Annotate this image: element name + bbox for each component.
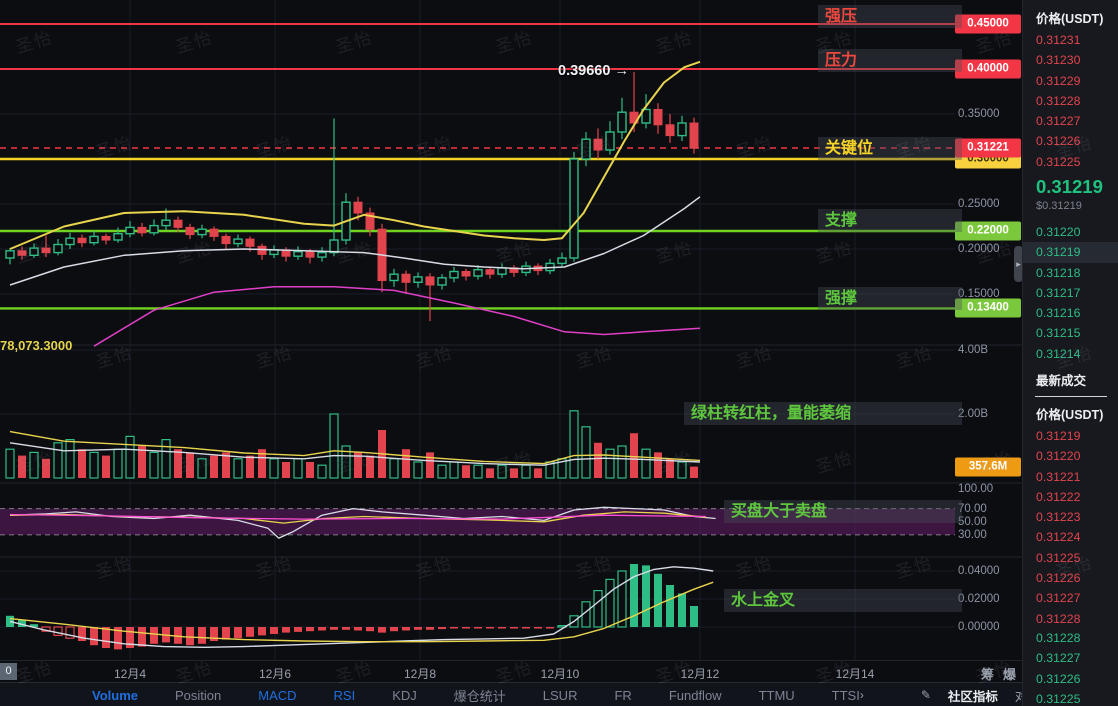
trading-chart-app: 0.35000 0.25000 0.20000 0.15000 4.00B 2.00B 10… <box>0 0 1118 706</box>
price-row[interactable]: 0.31215 <box>1023 323 1118 343</box>
price-row[interactable]: 0.31225 <box>1023 152 1118 172</box>
price-row[interactable]: 0.31219 <box>1023 426 1118 446</box>
date-tick: 12月10 <box>540 667 580 681</box>
price-row[interactable]: 0.31223 <box>1023 507 1118 527</box>
price-row[interactable]: 0.31222 <box>1023 487 1118 507</box>
price-row[interactable]: 0.31226 <box>1023 131 1118 151</box>
chip-liquidation[interactable]: 爆 <box>1003 664 1016 683</box>
tab-macd[interactable]: MACD <box>258 688 296 703</box>
price-row[interactable]: 0.31228 <box>1023 628 1118 648</box>
trade-buy-list: 0.31228 0.31227 0.31226 0.31225 <box>1023 628 1118 706</box>
ask-price-list: 0.31231 0.31230 0.31229 0.31228 0.31227 0.312… <box>1023 30 1118 172</box>
indicator-toolbar: Volume Position MACD RSI KDJ 爆仓统计 LSUR FR Fundfl… <box>0 682 1110 706</box>
edit-icon[interactable]: ✎ <box>921 688 931 702</box>
price-row[interactable]: 0.31220 <box>1023 222 1118 242</box>
trade-sell-list: 0.31219 0.31220 0.31221 0.31222 0.31223 0.312… <box>1023 426 1118 629</box>
date-tick: 12月6 <box>258 667 292 681</box>
price-row[interactable]: 0.31219 <box>1023 242 1118 263</box>
tab-fundflow[interactable]: Fundflow <box>669 688 722 703</box>
tab-rsi[interactable]: RSI <box>334 688 356 703</box>
price-row[interactable]: 0.31228 <box>1023 91 1118 111</box>
latest-trades-title: 最新成交 <box>1036 374 1087 388</box>
price-row[interactable]: 0.31220 <box>1023 446 1118 466</box>
tab-爆仓统计[interactable]: 爆仓统计 <box>454 686 506 705</box>
tab-volume[interactable]: Volume <box>92 688 138 703</box>
trades-header: 价格(USDT) <box>1036 408 1104 422</box>
last-price[interactable]: 0.31219 <box>1036 176 1103 198</box>
left-axis-value: 78,073.3000 <box>0 338 73 353</box>
divider <box>1035 396 1107 397</box>
price-row[interactable]: 0.31214 <box>1023 344 1118 364</box>
order-book-panel: 价格(USDT) 0.31231 0.31230 0.31229 0.31228 0.3… <box>1022 0 1118 706</box>
price-row[interactable]: 0.31226 <box>1023 669 1118 689</box>
price-row[interactable]: 0.31221 <box>1023 467 1118 487</box>
date-tick: 12月4 <box>113 667 147 681</box>
date-axis[interactable]: 0 12月4 12月6 12月8 12月10 12月12 12月14 筹爆 <box>0 660 1022 683</box>
price-row[interactable]: 0.31226 <box>1023 568 1118 588</box>
bid-price-list: 0.31220 0.31219 0.31218 0.31217 0.31216 0.312… <box>1023 222 1118 364</box>
tab-ttsi[interactable]: TTSI <box>832 688 860 703</box>
order-book-header: 价格(USDT) <box>1036 12 1104 26</box>
date-tick: 12月12 <box>680 667 720 681</box>
price-row[interactable]: 0.31218 <box>1023 263 1118 283</box>
chevron-right-icon: ▸ <box>1016 258 1021 269</box>
chip-chips[interactable]: 筹 <box>981 664 994 683</box>
price-row[interactable]: 0.31231 <box>1023 30 1118 50</box>
chart-canvas[interactable] <box>0 0 1022 660</box>
price-row[interactable]: 0.31225 <box>1023 548 1118 568</box>
tab-ttmu[interactable]: TTMU <box>759 688 795 703</box>
price-row[interactable]: 0.31216 <box>1023 303 1118 323</box>
tab-fr[interactable]: FR <box>614 688 631 703</box>
price-row[interactable]: 0.31227 <box>1023 588 1118 608</box>
tab-lsur[interactable]: LSUR <box>543 688 578 703</box>
price-row[interactable]: 0.31217 <box>1023 283 1118 303</box>
price-row[interactable]: 0.31230 <box>1023 50 1118 70</box>
high-price-label: 0.39660 → <box>558 63 629 79</box>
last-price-usd: $0.31219 <box>1036 200 1082 212</box>
tab-kdj[interactable]: KDJ <box>392 688 417 703</box>
toolbar-item-community[interactable]: 社区指标 <box>948 686 998 705</box>
date-axis-edge-label: 0 <box>0 663 17 680</box>
indicator-tabs: Volume Position MACD RSI KDJ 爆仓统计 LSUR FR Fundfl… <box>0 686 860 705</box>
tab-position[interactable]: Position <box>175 688 221 703</box>
price-row[interactable]: 0.31224 <box>1023 527 1118 547</box>
price-row[interactable]: 0.31225 <box>1023 689 1118 706</box>
price-row[interactable]: 0.31227 <box>1023 648 1118 668</box>
date-tick: 12月8 <box>403 667 437 681</box>
price-row[interactable]: 0.31227 <box>1023 111 1118 131</box>
price-row[interactable]: 0.31229 <box>1023 71 1118 91</box>
price-row[interactable]: 0.31228 <box>1023 609 1118 629</box>
chevron-right-icon[interactable]: › <box>860 688 864 702</box>
date-tick: 12月14 <box>835 667 875 681</box>
